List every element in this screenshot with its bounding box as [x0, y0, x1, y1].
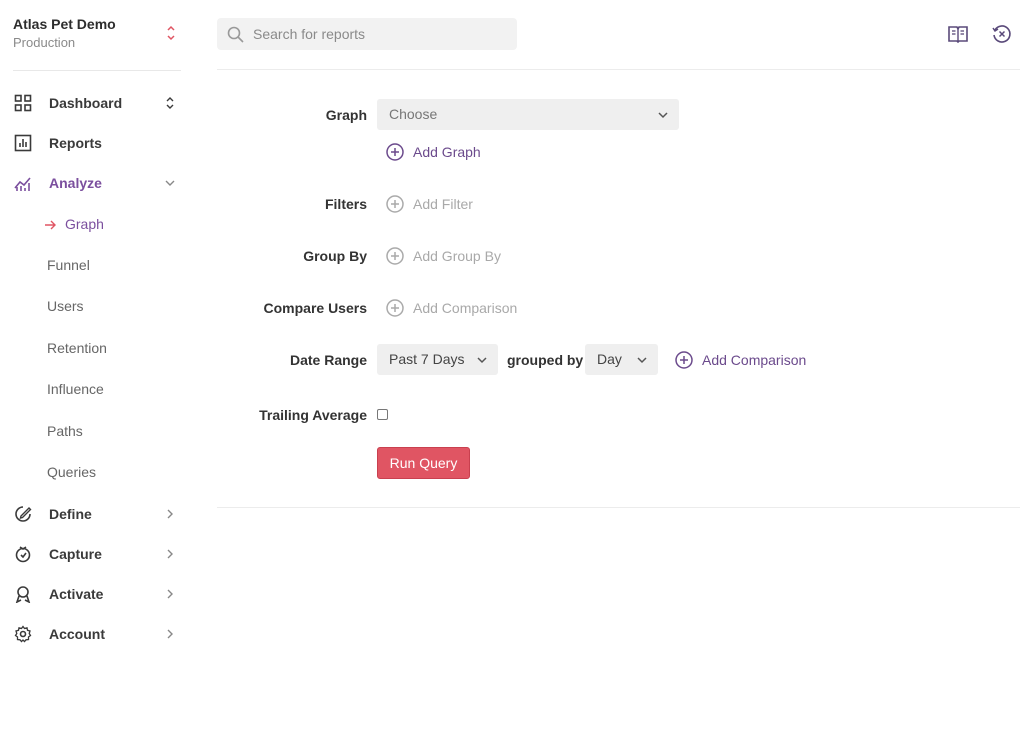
- compare-users-label: Compare Users: [263, 300, 368, 316]
- nav-dashboard[interactable]: Dashboard: [0, 89, 190, 117]
- add-comparison-label: Add Comparison: [413, 300, 518, 316]
- expand-collapse-icon[interactable]: [163, 96, 177, 110]
- report-search[interactable]: [217, 18, 517, 50]
- date-range-select[interactable]: Past 7 Days: [377, 344, 498, 375]
- sidebar: Atlas Pet Demo Production Dashboard Repo…: [0, 0, 195, 742]
- chevron-down-icon: [477, 357, 487, 364]
- current-page-arrow-icon: [45, 220, 56, 230]
- add-group-by-label: Add Group By: [413, 248, 501, 264]
- add-filter-button[interactable]: Add Filter: [386, 194, 506, 214]
- date-add-comparison-label: Add Comparison: [702, 352, 807, 368]
- plus-circle-icon: [675, 351, 693, 369]
- dashboard-icon: [14, 94, 32, 112]
- nav-dashboard-label: Dashboard: [49, 95, 123, 111]
- org-switcher[interactable]: Atlas Pet Demo Production: [13, 15, 181, 71]
- graph-select[interactable]: Choose: [377, 99, 679, 130]
- nav-account[interactable]: Account: [0, 620, 190, 648]
- date-range-label: Date Range: [289, 352, 367, 368]
- nav-analyze-label: Analyze: [49, 175, 102, 191]
- trailing-average-checkbox[interactable]: [377, 409, 388, 420]
- group-by-label: Group By: [303, 248, 367, 264]
- nav-define[interactable]: Define: [0, 500, 190, 528]
- search-icon: [227, 26, 244, 43]
- add-graph-label: Add Graph: [413, 144, 481, 160]
- reset-query-icon[interactable]: [991, 24, 1013, 44]
- chevron-right-icon[interactable]: [163, 627, 177, 641]
- nav-reports[interactable]: Reports: [0, 129, 190, 157]
- chevron-down-icon: [658, 112, 668, 119]
- grouped-by-text: grouped by: [507, 352, 584, 368]
- graph-select-value: Choose: [389, 106, 438, 122]
- nav-analyze[interactable]: Analyze: [0, 169, 190, 197]
- sub-item-graph[interactable]: Graph: [65, 213, 104, 235]
- nav-capture[interactable]: Capture: [0, 540, 190, 568]
- chevron-right-icon[interactable]: [163, 587, 177, 601]
- gear-icon: [14, 625, 32, 643]
- plus-circle-icon: [386, 299, 404, 317]
- add-group-by-button[interactable]: Add Group By: [386, 246, 536, 266]
- org-name: Atlas Pet Demo: [13, 16, 116, 32]
- nav-define-label: Define: [49, 506, 92, 522]
- org-environment: Production: [13, 35, 76, 50]
- header-divider: [217, 69, 1020, 70]
- granularity-value: Day: [597, 351, 622, 367]
- add-graph-button[interactable]: Add Graph: [386, 142, 516, 162]
- nav-activate-label: Activate: [49, 586, 104, 602]
- sub-item-retention[interactable]: Retention: [47, 337, 107, 359]
- define-icon: [15, 506, 32, 522]
- nav-reports-label: Reports: [49, 135, 102, 151]
- capture-icon: [15, 546, 31, 563]
- search-input[interactable]: [253, 18, 508, 50]
- nav-capture-label: Capture: [49, 546, 102, 562]
- filters-label: Filters: [324, 196, 367, 212]
- sub-item-queries[interactable]: Queries: [47, 461, 96, 483]
- granularity-select[interactable]: Day: [585, 344, 658, 375]
- sub-item-funnel[interactable]: Funnel: [47, 254, 90, 276]
- reports-icon: [14, 134, 32, 152]
- nav-activate[interactable]: Activate: [0, 580, 190, 608]
- sub-item-paths[interactable]: Paths: [47, 420, 83, 442]
- graph-label: Graph: [325, 107, 367, 123]
- form-divider: [217, 507, 1020, 508]
- plus-circle-icon: [386, 195, 404, 213]
- sub-item-users[interactable]: Users: [47, 295, 84, 317]
- nav-account-label: Account: [49, 626, 105, 642]
- analyze-icon: [14, 177, 31, 191]
- chevron-right-icon[interactable]: [163, 547, 177, 561]
- trailing-average-label: Trailing Average: [259, 407, 367, 423]
- plus-circle-icon: [386, 247, 404, 265]
- sub-item-influence[interactable]: Influence: [47, 378, 104, 400]
- docs-book-icon[interactable]: [947, 24, 969, 44]
- date-add-comparison-button[interactable]: Add Comparison: [675, 350, 835, 370]
- switch-org-icon[interactable]: [165, 23, 177, 43]
- chevron-down-icon[interactable]: [163, 176, 177, 190]
- chevron-right-icon[interactable]: [163, 507, 177, 521]
- chevron-down-icon: [637, 357, 647, 364]
- add-comparison-button[interactable]: Add Comparison: [386, 298, 546, 318]
- run-query-button[interactable]: Run Query: [377, 447, 470, 479]
- date-range-value: Past 7 Days: [389, 351, 465, 367]
- plus-circle-icon: [386, 143, 404, 161]
- activate-icon: [15, 586, 31, 603]
- add-filter-label: Add Filter: [413, 196, 473, 212]
